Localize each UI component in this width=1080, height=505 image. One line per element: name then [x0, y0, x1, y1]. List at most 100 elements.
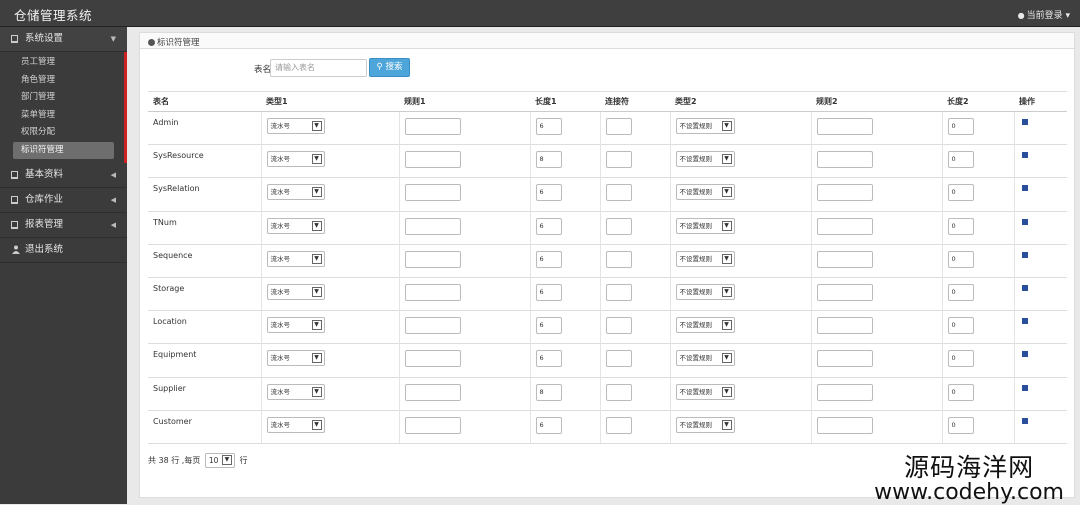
- connector-input[interactable]: [605, 383, 632, 401]
- connector-input[interactable]: [605, 184, 632, 202]
- type1-select[interactable]: 流水号 ▼: [266, 383, 325, 400]
- sidebar-group-system[interactable]: 系统设置 ▼: [0, 27, 127, 52]
- rule2-input[interactable]: [816, 317, 873, 335]
- rule2-input[interactable]: [816, 151, 873, 169]
- length2-input[interactable]: 0: [947, 416, 974, 434]
- type1-select[interactable]: 流水号 ▼: [266, 283, 325, 300]
- sidebar-item-menus[interactable]: 菜单管理: [13, 107, 114, 125]
- connector-input[interactable]: [605, 416, 632, 434]
- rule1-input[interactable]: [404, 416, 461, 434]
- length1-input[interactable]: 6: [535, 184, 562, 202]
- sidebar-group-warehouse[interactable]: 仓库作业 ◀: [0, 188, 127, 213]
- chevron-down-icon: ▼: [311, 220, 322, 231]
- rule1-input[interactable]: [404, 151, 461, 169]
- rule1-input[interactable]: [404, 118, 461, 135]
- connector-input[interactable]: [605, 151, 632, 169]
- rule2-input[interactable]: [816, 118, 873, 135]
- connector-input[interactable]: [605, 283, 632, 301]
- type1-select[interactable]: 流水号 ▼: [266, 184, 325, 201]
- cell-length2: 0: [941, 210, 1014, 245]
- type2-select[interactable]: 不设置规则 ▼: [675, 416, 735, 433]
- connector-input[interactable]: [605, 118, 632, 135]
- save-icon[interactable]: [1021, 119, 1028, 125]
- search-input[interactable]: 请输入表名: [270, 59, 367, 77]
- rule1-input[interactable]: [404, 217, 461, 235]
- save-icon[interactable]: [1021, 185, 1028, 192]
- table-header-row: 表名 类型1 规则1 长度1 连接符 类型2 规则2 长度2 操作: [148, 91, 1067, 112]
- type1-select[interactable]: 流水号 ▼: [266, 151, 325, 168]
- length2-input[interactable]: 0: [947, 184, 974, 202]
- sidebar-item-logout[interactable]: 退出系统: [0, 238, 127, 263]
- type2-select[interactable]: 不设置规则 ▼: [675, 383, 735, 400]
- sidebar-item-departments[interactable]: 部门管理: [13, 89, 114, 107]
- length1-input[interactable]: 8: [535, 151, 562, 169]
- length1-input[interactable]: 6: [535, 250, 562, 268]
- length2-input[interactable]: 0: [947, 217, 974, 235]
- length1-input[interactable]: 6: [535, 118, 562, 135]
- save-icon[interactable]: [1021, 152, 1028, 159]
- type2-select[interactable]: 不设置规则 ▼: [675, 317, 735, 334]
- sidebar-item-employees[interactable]: 员工管理: [13, 54, 114, 72]
- type2-select[interactable]: 不设置规则 ▼: [675, 283, 735, 300]
- rule2-input[interactable]: [816, 283, 873, 301]
- table-row: Supplier 流水号 ▼ 8 不设置规则 ▼ 0: [148, 376, 1067, 411]
- connector-input[interactable]: [605, 250, 632, 268]
- connector-input[interactable]: [605, 350, 632, 368]
- type2-select[interactable]: 不设置规则 ▼: [675, 184, 735, 201]
- rule1-input[interactable]: [404, 184, 461, 202]
- length1-input[interactable]: 6: [535, 350, 562, 368]
- save-icon[interactable]: [1021, 417, 1028, 424]
- rule2-input[interactable]: [816, 416, 873, 434]
- sidebar-group-reports[interactable]: 报表管理 ◀: [0, 213, 127, 238]
- type1-select[interactable]: 流水号 ▼: [266, 118, 325, 134]
- type1-select[interactable]: 流水号 ▼: [266, 250, 325, 267]
- type1-select[interactable]: 流水号 ▼: [266, 317, 325, 334]
- type1-select[interactable]: 流水号 ▼: [266, 217, 325, 234]
- type2-select[interactable]: 不设置规则 ▼: [675, 118, 735, 134]
- page-size-select[interactable]: 10 ▼: [204, 453, 235, 468]
- rule2-input[interactable]: [816, 250, 873, 268]
- length1-input[interactable]: 6: [535, 416, 562, 434]
- length2-input[interactable]: 0: [947, 383, 974, 401]
- length1-input[interactable]: 8: [535, 383, 562, 401]
- rule2-input[interactable]: [816, 383, 873, 401]
- rule1-input[interactable]: [404, 250, 461, 268]
- type2-select[interactable]: 不设置规则 ▼: [675, 217, 735, 234]
- type1-select[interactable]: 流水号 ▼: [266, 350, 325, 367]
- rule2-input[interactable]: [816, 217, 873, 235]
- rule1-input[interactable]: [404, 383, 461, 401]
- save-icon[interactable]: [1021, 351, 1028, 358]
- rule1-input[interactable]: [404, 350, 461, 368]
- length1-input[interactable]: 6: [535, 317, 562, 335]
- length2-input[interactable]: 0: [947, 250, 974, 268]
- sidebar-group-basic[interactable]: 基本资料 ◀: [0, 163, 127, 188]
- connector-input[interactable]: [605, 317, 632, 335]
- save-icon[interactable]: [1021, 318, 1028, 325]
- length2-input[interactable]: 0: [947, 317, 974, 335]
- cell-connector: [599, 409, 670, 444]
- length2-input[interactable]: 0: [947, 151, 974, 169]
- save-icon[interactable]: [1021, 284, 1028, 291]
- rule1-input[interactable]: [404, 317, 461, 335]
- rule2-input[interactable]: [816, 184, 873, 202]
- type2-select[interactable]: 不设置规则 ▼: [675, 350, 735, 367]
- save-icon[interactable]: [1021, 218, 1028, 225]
- type1-select[interactable]: 流水号 ▼: [266, 416, 325, 433]
- length1-input[interactable]: 6: [535, 217, 562, 235]
- length1-input[interactable]: 6: [535, 283, 562, 301]
- rule2-input[interactable]: [816, 350, 873, 368]
- sidebar-item-permissions[interactable]: 权限分配: [13, 124, 114, 142]
- connector-input[interactable]: [605, 217, 632, 235]
- type2-select[interactable]: 不设置规则 ▼: [675, 250, 735, 267]
- save-icon[interactable]: [1021, 384, 1028, 391]
- length2-input[interactable]: 0: [947, 350, 974, 368]
- search-button[interactable]: ⚲ 搜索: [369, 58, 410, 77]
- sidebar-item-roles[interactable]: 角色管理: [13, 72, 114, 90]
- sidebar-item-identifiers[interactable]: 标识符管理: [13, 141, 114, 159]
- length2-input[interactable]: 0: [947, 283, 974, 301]
- user-menu[interactable]: ● 当前登录 ▾: [1018, 8, 1070, 21]
- length2-input[interactable]: 0: [947, 118, 974, 135]
- type2-select[interactable]: 不设置规则 ▼: [675, 151, 735, 168]
- save-icon[interactable]: [1021, 251, 1028, 258]
- rule1-input[interactable]: [404, 283, 461, 301]
